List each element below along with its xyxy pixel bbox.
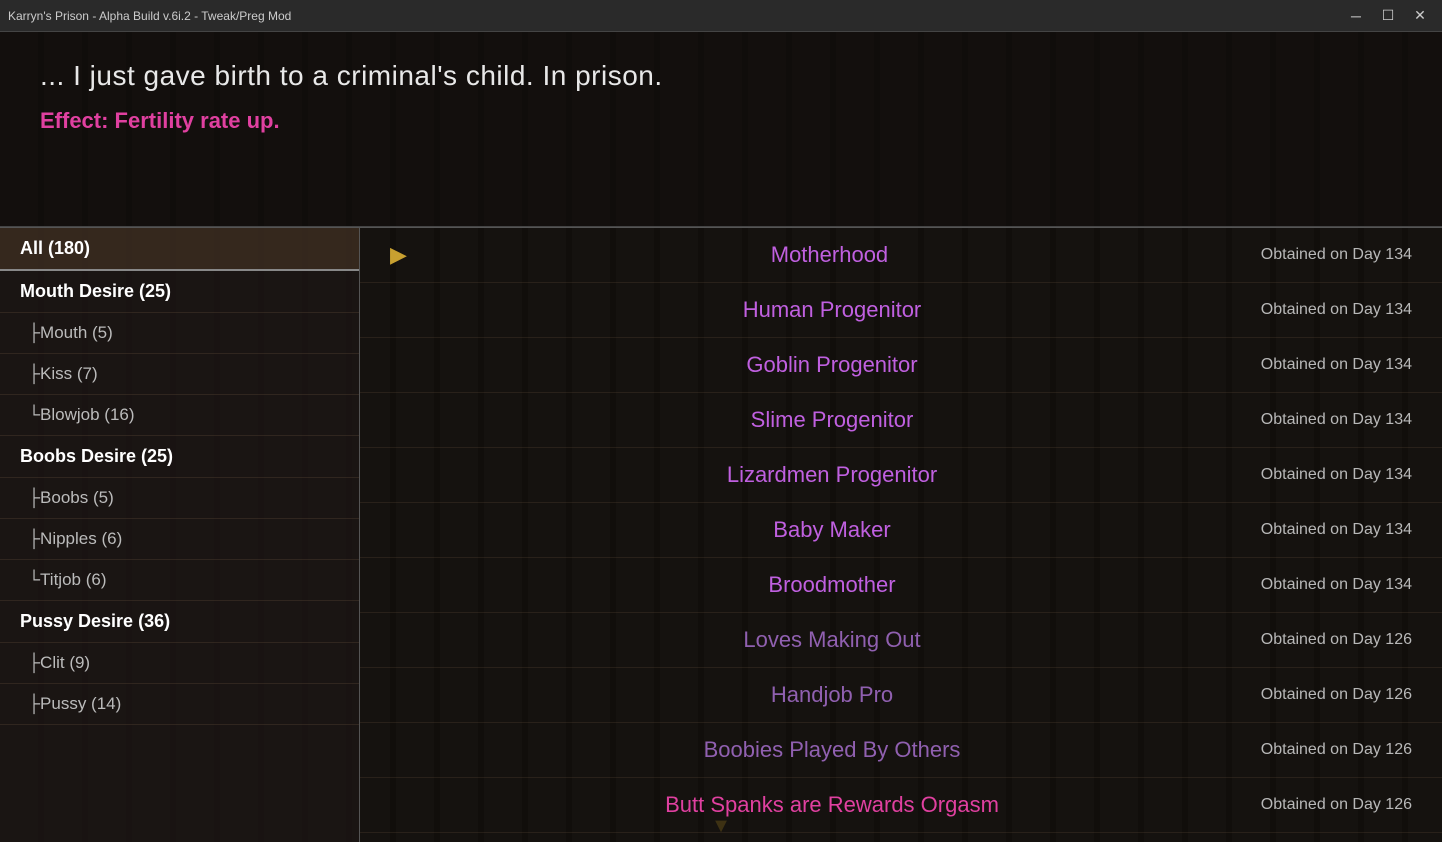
sidebar-item-4[interactable]: └Blowjob (16) <box>0 395 359 436</box>
achievement-row-11[interactable]: Addicted to Consecutive OrgasmsObtained … <box>360 833 1442 842</box>
achievement-name-8: Handjob Pro <box>432 682 1192 708</box>
achievement-row-9[interactable]: Boobies Played By OthersObtained on Day … <box>360 723 1442 778</box>
achievement-name-1: Human Progenitor <box>432 297 1192 323</box>
achievement-name-3: Slime Progenitor <box>432 407 1192 433</box>
sidebar-item-11[interactable]: ├Pussy (14) <box>0 684 359 725</box>
achievement-row-10[interactable]: Butt Spanks are Rewards OrgasmObtained o… <box>360 778 1442 833</box>
sidebar-item-9[interactable]: Pussy Desire (36) <box>0 601 359 643</box>
game-area: ... I just gave birth to a criminal's ch… <box>0 32 1442 842</box>
achievement-date-7: Obtained on Day 126 <box>1192 631 1412 649</box>
sidebar-item-8[interactable]: └Titjob (6) <box>0 560 359 601</box>
sidebar-item-10[interactable]: ├Clit (9) <box>0 643 359 684</box>
achievement-name-2: Goblin Progenitor <box>432 352 1192 378</box>
achievement-row-5[interactable]: Baby MakerObtained on Day 134 <box>360 503 1442 558</box>
category-sidebar[interactable]: All (180)Mouth Desire (25)├Mouth (5)├Kis… <box>0 227 360 842</box>
achievement-name-5: Baby Maker <box>432 517 1192 543</box>
selected-arrow-icon: ▶ <box>390 242 407 268</box>
achievement-date-8: Obtained on Day 126 <box>1192 686 1412 704</box>
sidebar-item-6[interactable]: ├Boobs (5) <box>0 478 359 519</box>
achievement-row-1[interactable]: Human ProgenitorObtained on Day 134 <box>360 283 1442 338</box>
achievement-row-6[interactable]: BroodmotherObtained on Day 134 <box>360 558 1442 613</box>
achievement-name-4: Lizardmen Progenitor <box>432 462 1192 488</box>
window-title-area: Karryn's Prison - Alpha Build v.6i.2 - T… <box>8 9 291 23</box>
achievement-row-3[interactable]: Slime ProgenitorObtained on Day 134 <box>360 393 1442 448</box>
close-button[interactable]: ✕ <box>1406 6 1434 26</box>
achievement-row-2[interactable]: Goblin ProgenitorObtained on Day 134 <box>360 338 1442 393</box>
sidebar-item-0[interactable]: All (180) <box>0 228 359 271</box>
achievement-row-7[interactable]: Loves Making OutObtained on Day 126 <box>360 613 1442 668</box>
achievement-date-9: Obtained on Day 126 <box>1192 741 1412 759</box>
maximize-button[interactable]: ☐ <box>1374 6 1402 26</box>
minimize-button[interactable]: ─ <box>1342 6 1370 26</box>
achievement-date-0: Obtained on Day 134 <box>1192 246 1412 264</box>
achievement-name-7: Loves Making Out <box>432 627 1192 653</box>
achievement-row-8[interactable]: Handjob ProObtained on Day 126 <box>360 668 1442 723</box>
effect-text: Effect: Fertility rate up. <box>40 108 1402 134</box>
achievements-panel[interactable]: ▶MotherhoodObtained on Day 134Human Prog… <box>360 227 1442 842</box>
achievement-name-9: Boobies Played By Others <box>432 737 1192 763</box>
achievement-date-6: Obtained on Day 134 <box>1192 576 1412 594</box>
narrative-text: ... I just gave birth to a criminal's ch… <box>40 60 1402 92</box>
achievement-name-10: Butt Spanks are Rewards Orgasm <box>432 792 1192 818</box>
content-area: All (180)Mouth Desire (25)├Mouth (5)├Kis… <box>0 227 1442 842</box>
achievement-name-6: Broodmother <box>432 572 1192 598</box>
achievement-date-1: Obtained on Day 134 <box>1192 301 1412 319</box>
achievement-row-4[interactable]: Lizardmen ProgenitorObtained on Day 134 <box>360 448 1442 503</box>
achievement-date-10: Obtained on Day 126 <box>1192 796 1412 814</box>
sidebar-item-3[interactable]: ├Kiss (7) <box>0 354 359 395</box>
achievement-date-2: Obtained on Day 134 <box>1192 356 1412 374</box>
achievement-date-3: Obtained on Day 134 <box>1192 411 1412 429</box>
sidebar-item-5[interactable]: Boobs Desire (25) <box>0 436 359 478</box>
achievement-row-0[interactable]: ▶ MotherhoodObtained on Day 134 <box>360 228 1442 283</box>
window-controls: ─ ☐ ✕ <box>1342 6 1434 26</box>
achievement-name-0: Motherhood <box>427 242 1192 268</box>
app-title: Karryn's Prison - Alpha Build v.6i.2 - T… <box>8 9 291 23</box>
titlebar: Karryn's Prison - Alpha Build v.6i.2 - T… <box>0 0 1442 32</box>
top-text-area: ... I just gave birth to a criminal's ch… <box>0 32 1442 227</box>
sidebar-item-1[interactable]: Mouth Desire (25) <box>0 271 359 313</box>
sidebar-item-2[interactable]: ├Mouth (5) <box>0 313 359 354</box>
achievement-date-5: Obtained on Day 134 <box>1192 521 1412 539</box>
sidebar-item-7[interactable]: ├Nipples (6) <box>0 519 359 560</box>
achievement-date-4: Obtained on Day 134 <box>1192 466 1412 484</box>
